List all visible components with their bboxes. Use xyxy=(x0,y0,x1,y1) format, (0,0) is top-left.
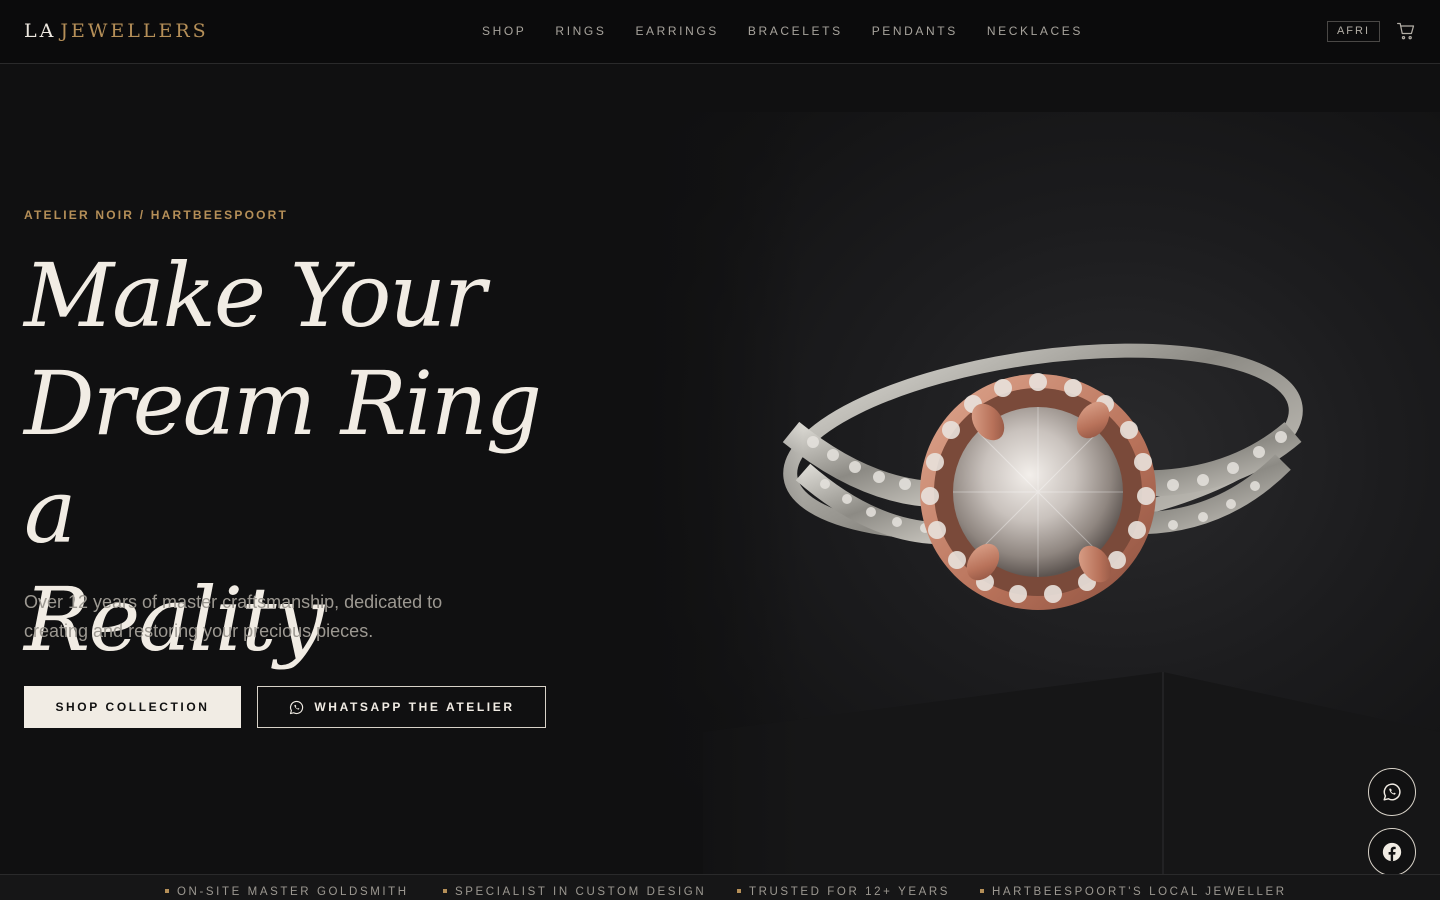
logo-prefix: LA xyxy=(24,20,57,42)
nav-item-shop[interactable]: SHOP xyxy=(482,24,526,38)
whatsapp-icon xyxy=(1383,783,1401,801)
trust-item-years: TRUSTED FOR 12+ YEARS xyxy=(737,886,950,898)
nav-item-pendants[interactable]: PENDANTS xyxy=(872,24,958,38)
floating-whatsapp-button[interactable] xyxy=(1368,768,1416,816)
facebook-icon xyxy=(1382,842,1402,862)
headline-line-1: Make Your xyxy=(24,244,486,347)
whatsapp-icon xyxy=(290,700,304,714)
photo-fade xyxy=(643,112,803,874)
nav-item-bracelets[interactable]: BRACELETS xyxy=(748,24,843,38)
trust-item-goldsmith: ON-SITE MASTER GOLDSMITH xyxy=(165,886,409,898)
trust-item-local: HARTBEESPOORT'S LOCAL JEWELLER xyxy=(980,886,1287,898)
trust-strip: ON-SITE MASTER GOLDSMITH SPECIALIST IN C… xyxy=(0,874,1440,900)
hero-section: ATELIER NOIR / HARTBEESPOORT Make Your D… xyxy=(0,64,1440,876)
logo-suffix: JEWELLERS xyxy=(60,20,209,42)
headline-line-2: Dream Ring a xyxy=(24,352,542,563)
trust-item-custom-design: SPECIALIST IN CUSTOM DESIGN xyxy=(443,886,706,898)
language-toggle[interactable]: AFRI xyxy=(1327,21,1380,42)
nav-item-necklaces[interactable]: NECKLACES xyxy=(987,24,1083,38)
nav-item-rings[interactable]: RINGS xyxy=(555,24,606,38)
nav-item-earrings[interactable]: EARRINGS xyxy=(635,24,718,38)
cart-icon[interactable] xyxy=(1396,21,1416,41)
whatsapp-button-label: WHATSAPP THE ATELIER xyxy=(314,700,515,714)
hero-subtitle: Over 12 years of master craftsmanship, d… xyxy=(24,592,443,641)
site-header: LA JEWELLERS SHOP RINGS EARRINGS BRACELET… xyxy=(0,0,1440,64)
whatsapp-atelier-button[interactable]: WHATSAPP THE ATELIER xyxy=(257,686,546,728)
site-logo[interactable]: LA JEWELLERS xyxy=(24,20,209,42)
hero-eyebrow: ATELIER NOIR / HARTBEESPOORT xyxy=(24,208,289,222)
main-nav: SHOP RINGS EARRINGS BRACELETS PENDANTS N… xyxy=(482,24,1112,38)
floating-facebook-button[interactable] xyxy=(1368,828,1416,876)
shop-collection-button[interactable]: SHOP COLLECTION xyxy=(24,686,241,728)
